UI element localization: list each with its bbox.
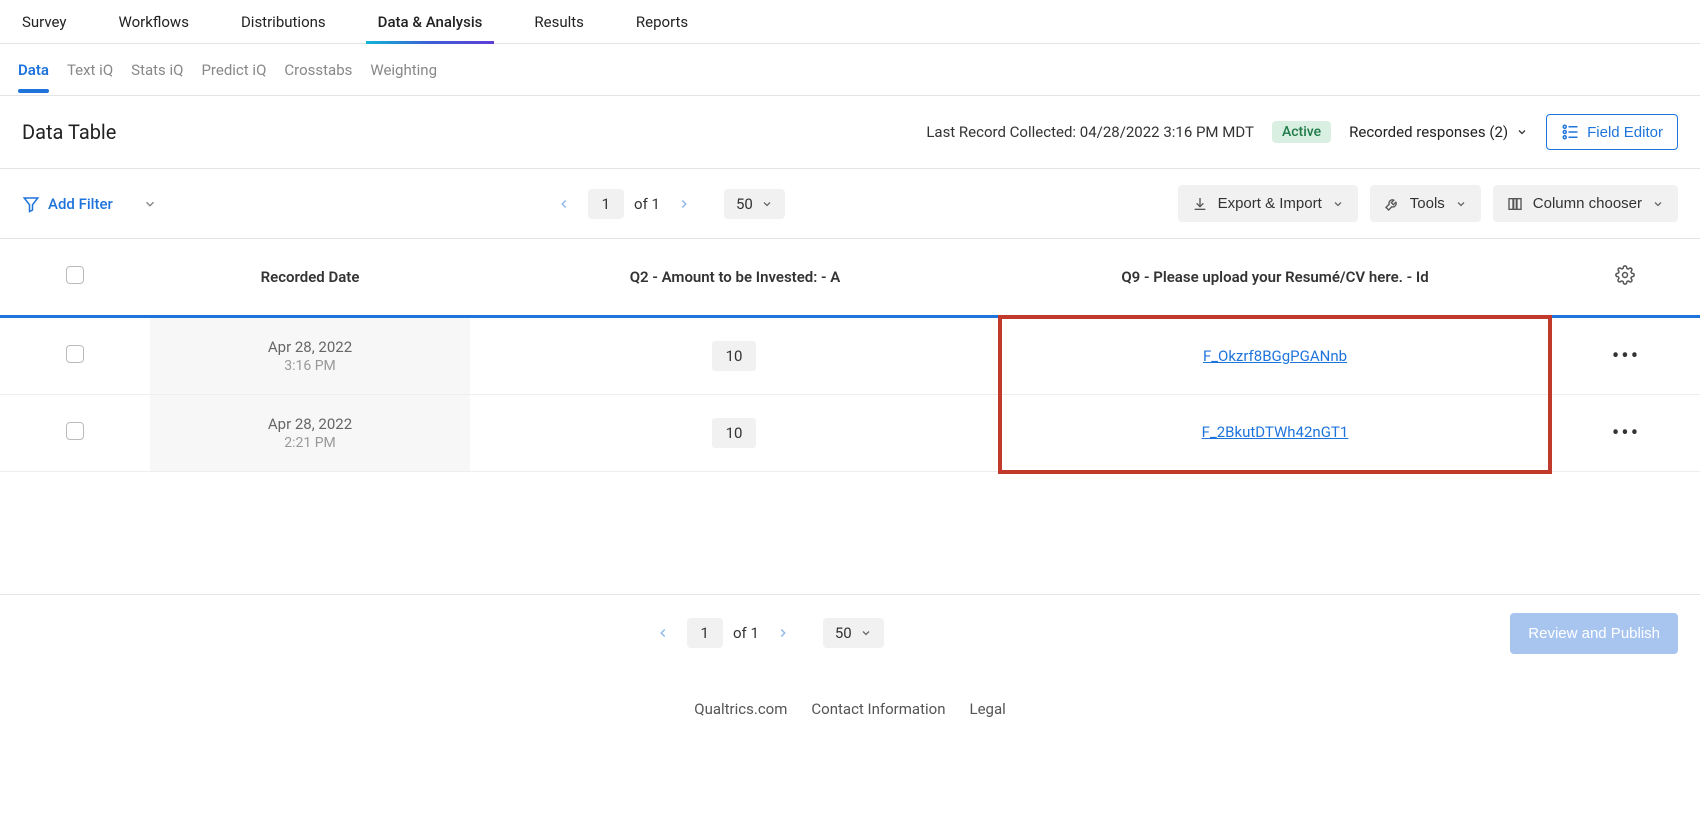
sub-nav: Data Text iQ Stats iQ Predict iQ Crossta… bbox=[0, 44, 1700, 96]
add-filter-button[interactable]: Add Filter bbox=[22, 195, 113, 213]
row-checkbox[interactable] bbox=[66, 422, 84, 440]
footer-links: Qualtrics.com Contact Information Legal bbox=[0, 672, 1700, 758]
pager-current[interactable]: 1 bbox=[588, 189, 624, 219]
topnav-survey[interactable]: Survey bbox=[22, 1, 67, 43]
footer-pager-row: 1 of 1 50 Review and Publish bbox=[0, 594, 1700, 672]
row-date: Apr 28, 2022 bbox=[160, 338, 460, 356]
pager-total: of 1 bbox=[733, 624, 759, 642]
pager-top: 1 of 1 50 bbox=[550, 189, 785, 219]
subnav-stats-iq[interactable]: Stats iQ bbox=[131, 47, 183, 93]
pager-prev[interactable] bbox=[649, 619, 677, 647]
footer-qualtrics[interactable]: Qualtrics.com bbox=[694, 700, 787, 718]
row-time: 3:16 PM bbox=[160, 358, 460, 374]
columns-icon bbox=[1507, 196, 1523, 212]
filter-icon bbox=[22, 195, 40, 213]
subnav-predict-iq[interactable]: Predict iQ bbox=[201, 47, 266, 93]
topnav-data-analysis[interactable]: Data & Analysis bbox=[378, 1, 483, 43]
title-row: Data Table Last Record Collected: 04/28/… bbox=[0, 96, 1700, 169]
pager-next[interactable] bbox=[769, 619, 797, 647]
wrench-icon bbox=[1384, 196, 1400, 212]
row-time: 2:21 PM bbox=[160, 435, 460, 451]
row-more-menu[interactable]: ••• bbox=[1612, 421, 1640, 446]
download-icon bbox=[1192, 196, 1208, 212]
row-more-menu[interactable]: ••• bbox=[1612, 344, 1640, 369]
tools-button[interactable]: Tools bbox=[1370, 185, 1481, 222]
row-amount: 10 bbox=[712, 418, 757, 448]
header-settings[interactable] bbox=[1550, 239, 1700, 317]
table-row: Apr 28, 2022 3:16 PM 10 F_Okzrf8BGgPGANn… bbox=[0, 317, 1700, 395]
subnav-weighting[interactable]: Weighting bbox=[370, 47, 437, 93]
header-q2[interactable]: Q2 - Amount to be Invested: - A bbox=[470, 239, 1000, 317]
topnav-distributions[interactable]: Distributions bbox=[241, 1, 326, 43]
pager-prev[interactable] bbox=[550, 190, 578, 218]
header-checkbox bbox=[0, 239, 150, 317]
row-date: Apr 28, 2022 bbox=[160, 415, 460, 433]
page-size-select[interactable]: 50 bbox=[724, 189, 785, 219]
toolbar-row: Add Filter 1 of 1 50 Export & Import Too… bbox=[0, 169, 1700, 239]
page-size-select[interactable]: 50 bbox=[823, 618, 884, 648]
header-q9[interactable]: Q9 - Please upload your Resumé/CV here. … bbox=[1000, 239, 1550, 317]
filter-options-dropdown[interactable] bbox=[143, 197, 157, 211]
footer-contact[interactable]: Contact Information bbox=[811, 700, 945, 718]
export-import-button[interactable]: Export & Import bbox=[1178, 185, 1358, 222]
header-recorded-date[interactable]: Recorded Date bbox=[150, 239, 470, 317]
review-publish-button[interactable]: Review and Publish bbox=[1510, 613, 1678, 654]
pager-total: of 1 bbox=[634, 195, 660, 213]
subnav-crosstabs[interactable]: Crosstabs bbox=[284, 47, 352, 93]
field-editor-icon bbox=[1561, 123, 1579, 141]
row-checkbox[interactable] bbox=[66, 345, 84, 363]
row-amount: 10 bbox=[712, 341, 757, 371]
topnav-workflows[interactable]: Workflows bbox=[119, 1, 189, 43]
subnav-data[interactable]: Data bbox=[18, 47, 49, 93]
footer-legal[interactable]: Legal bbox=[969, 700, 1005, 718]
pager-current[interactable]: 1 bbox=[687, 618, 723, 648]
column-chooser-button[interactable]: Column chooser bbox=[1493, 185, 1678, 222]
status-badge: Active bbox=[1272, 121, 1331, 143]
recorded-responses-dropdown[interactable]: Recorded responses (2) bbox=[1349, 123, 1528, 141]
file-link[interactable]: F_Okzrf8BGgPGANnb bbox=[1203, 347, 1347, 365]
subnav-text-iq[interactable]: Text iQ bbox=[67, 47, 113, 93]
select-all-checkbox[interactable] bbox=[66, 266, 84, 284]
topnav-results[interactable]: Results bbox=[534, 1, 584, 43]
last-record: Last Record Collected: 04/28/2022 3:16 P… bbox=[926, 123, 1254, 141]
top-nav: Survey Workflows Distributions Data & An… bbox=[0, 0, 1700, 44]
field-editor-button[interactable]: Field Editor bbox=[1546, 114, 1678, 150]
page-title: Data Table bbox=[22, 120, 116, 144]
file-link[interactable]: F_2BkutDTWh42nGT1 bbox=[1202, 423, 1349, 441]
chevron-down-icon bbox=[1516, 126, 1528, 138]
table-row: Apr 28, 2022 2:21 PM 10 F_2BkutDTWh42nGT… bbox=[0, 395, 1700, 472]
topnav-reports[interactable]: Reports bbox=[636, 1, 688, 43]
gear-icon bbox=[1615, 265, 1635, 285]
pager-next[interactable] bbox=[670, 190, 698, 218]
pager-bottom: 1 of 1 50 bbox=[649, 618, 884, 648]
data-table: Recorded Date Q2 - Amount to be Invested… bbox=[0, 239, 1700, 474]
